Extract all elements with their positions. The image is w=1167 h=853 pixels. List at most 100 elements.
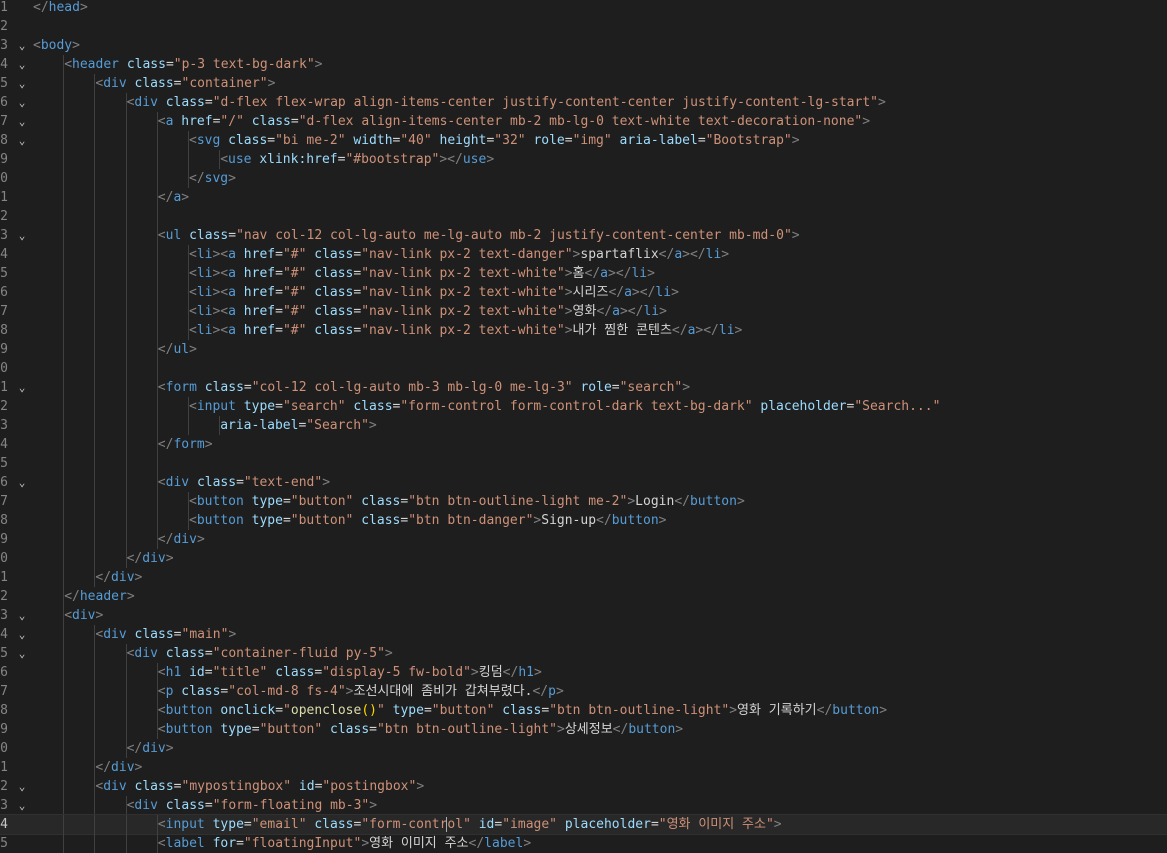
code-line[interactable]: 6 ⌄ <div class="d-flex flex-wrap align-ite…	[0, 93, 1167, 112]
code-line[interactable]: 5	[0, 454, 1167, 473]
token-punc: >	[627, 494, 636, 509]
code-line[interactable]: 3 ⌄ <ul class="nav col-12 col-lg-auto me-l…	[0, 226, 1167, 245]
indent-guide	[63, 207, 65, 226]
code-line[interactable]: 0 </div>	[0, 739, 1167, 758]
code-line[interactable]: 5 <label for="floatingInput">영화 이미지 주소</l…	[0, 834, 1167, 853]
code-line[interactable]: 0 </svg>	[0, 169, 1167, 188]
indent-guide	[94, 739, 96, 758]
token-txt: Login	[635, 494, 675, 509]
code-line[interactable]: 1 </div>	[0, 568, 1167, 587]
token-tag: a	[228, 323, 236, 338]
fold-chevron-icon[interactable]: ⌄	[16, 378, 28, 397]
code-line[interactable]: 9 </div>	[0, 530, 1167, 549]
token-punc: <	[189, 247, 197, 262]
code-line[interactable]: 8 <button type="button" class="btn btn-da…	[0, 511, 1167, 530]
fold-chevron-icon[interactable]: ⌄	[16, 777, 28, 796]
token-attr: class	[314, 285, 354, 300]
code-line[interactable]: 4 ⌄ <div class="main">	[0, 625, 1167, 644]
code-line[interactable]: 3 aria-label="Search">	[0, 416, 1167, 435]
token-punc: >	[729, 703, 738, 718]
code-line[interactable]: 7 <p class="col-md-8 fs-4">조선시대에 좀비가 갑쳐부렸…	[0, 682, 1167, 701]
code-line[interactable]: 5 ⌄ <div class="container-fluid py-5">	[0, 644, 1167, 663]
line-number: 9	[0, 152, 8, 167]
code-line[interactable]: 6 ⌄ <div class="text-end">	[0, 473, 1167, 492]
code-editor[interactable]: 1 </head> 2 3 ⌄ <body> 4 ⌄ <header class="p-3 te…	[0, 0, 1167, 853]
token-punc: >	[557, 722, 565, 737]
code-line[interactable]: 7 ⌄ <a href="/" class="d-flex align-items-…	[0, 112, 1167, 131]
code-line[interactable]: 7 <li><a href="#" class="nav-link px-2 te…	[0, 302, 1167, 321]
fold-chevron-icon[interactable]: ⌄	[16, 625, 28, 644]
token-punc: >	[361, 836, 370, 851]
fold-chevron-icon[interactable]: ⌄	[16, 644, 28, 663]
token-attr: href	[243, 266, 276, 281]
code-line[interactable]: 2 </header>	[0, 587, 1167, 606]
code-line[interactable]: 9 <use xlink:href="#bootstrap"></use>	[0, 150, 1167, 169]
fold-chevron-icon[interactable]: ⌄	[16, 74, 28, 93]
fold-chevron-icon[interactable]: ⌄	[16, 55, 28, 74]
line-number: 5	[0, 266, 8, 281]
token-punc: </	[596, 304, 613, 319]
fold-chevron-icon[interactable]: ⌄	[16, 606, 28, 625]
indent-guide	[94, 226, 96, 245]
indent-guide	[63, 796, 65, 815]
code-line[interactable]: 0	[0, 359, 1167, 378]
code-line[interactable]: 2	[0, 17, 1167, 36]
code-line[interactable]: 5 ⌄ <div class="container">	[0, 74, 1167, 93]
code-line[interactable]: 9 <button type="button" class="btn btn-ou…	[0, 720, 1167, 739]
fold-chevron-icon[interactable]: ⌄	[16, 131, 28, 150]
token-attr: href	[181, 114, 213, 129]
token-punc: ><	[212, 266, 229, 281]
token-attr: id	[298, 779, 315, 794]
indent-guide	[125, 473, 127, 492]
code-text: </ul>	[158, 340, 197, 359]
code-line[interactable]: 5 <li><a href="#" class="nav-link px-2 te…	[0, 264, 1167, 283]
code-line[interactable]: 3 ⌄ <div>	[0, 606, 1167, 625]
line-number: 0	[0, 171, 8, 186]
line-number: 7	[0, 684, 8, 699]
indent-guide	[63, 777, 65, 796]
code-line[interactable]: 8 <button onclick="openclose()" type="but…	[0, 701, 1167, 720]
code-line[interactable]: 6 <h1 id="title" class="display-5 fw-bold…	[0, 663, 1167, 682]
token-txt: =	[275, 285, 283, 300]
token-attr: type	[392, 703, 424, 718]
code-line[interactable]: 8 ⌄ <svg class="bi me-2" width="40" height…	[0, 131, 1167, 150]
code-line[interactable]: 7 <button type="button" class="btn btn-ou…	[0, 492, 1167, 511]
code-line[interactable]: 4 </form>	[0, 435, 1167, 454]
token-tag: button	[832, 703, 880, 718]
token-tag: li	[196, 304, 213, 319]
code-line[interactable]: 4 <input type="email" class="form-control…	[0, 814, 1167, 835]
fold-chevron-icon[interactable]: ⌄	[16, 473, 28, 492]
code-line[interactable]: 1 </a>	[0, 188, 1167, 207]
fold-chevron-icon[interactable]: ⌄	[16, 93, 28, 112]
code-line[interactable]: 2 <input type="search" class="form-contro…	[0, 397, 1167, 416]
code-line[interactable]: 4 <li><a href="#" class="nav-link px-2 te…	[0, 245, 1167, 264]
code-line[interactable]: 2 ⌄ <div class="mypostingbox" id="postingb…	[0, 777, 1167, 796]
code-line[interactable]: 3 ⌄ <body>	[0, 36, 1167, 55]
code-line[interactable]: 8 <li><a href="#" class="nav-link px-2 te…	[0, 321, 1167, 340]
fold-chevron-icon[interactable]: ⌄	[16, 226, 28, 245]
indent-guide	[125, 264, 127, 283]
fold-chevron-icon[interactable]: ⌄	[16, 796, 28, 815]
line-number: 1	[0, 570, 8, 585]
fold-chevron-icon[interactable]: ⌄	[16, 112, 28, 131]
code-line[interactable]: 3 ⌄ <div class="form-floating mb-3">	[0, 796, 1167, 815]
indent-guide	[125, 435, 127, 454]
code-line[interactable]: 6 <li><a href="#" class="nav-link px-2 te…	[0, 283, 1167, 302]
code-line[interactable]: 9 </ul>	[0, 340, 1167, 359]
line-number: 1	[0, 380, 8, 395]
code-line[interactable]: 2	[0, 207, 1167, 226]
indent-guide	[63, 435, 65, 454]
token-str: "d-flex align-items-center mb-2 mb-lg-0 …	[298, 114, 863, 129]
code-line[interactable]: 1 </div>	[0, 758, 1167, 777]
code-line[interactable]: 0 </div>	[0, 549, 1167, 568]
indent-guide	[94, 359, 96, 378]
code-line[interactable]: 1 ⌄ <form class="col-12 col-lg-auto mb-3 m…	[0, 378, 1167, 397]
indent-guide	[125, 112, 127, 131]
token-attr: aria-label	[619, 133, 698, 148]
fold-chevron-icon[interactable]: ⌄	[16, 36, 28, 55]
code-line[interactable]: 1 </head>	[0, 0, 1167, 17]
code-line[interactable]: 4 ⌄ <header class="p-3 text-bg-dark">	[0, 55, 1167, 74]
line-number: 7	[0, 304, 8, 319]
